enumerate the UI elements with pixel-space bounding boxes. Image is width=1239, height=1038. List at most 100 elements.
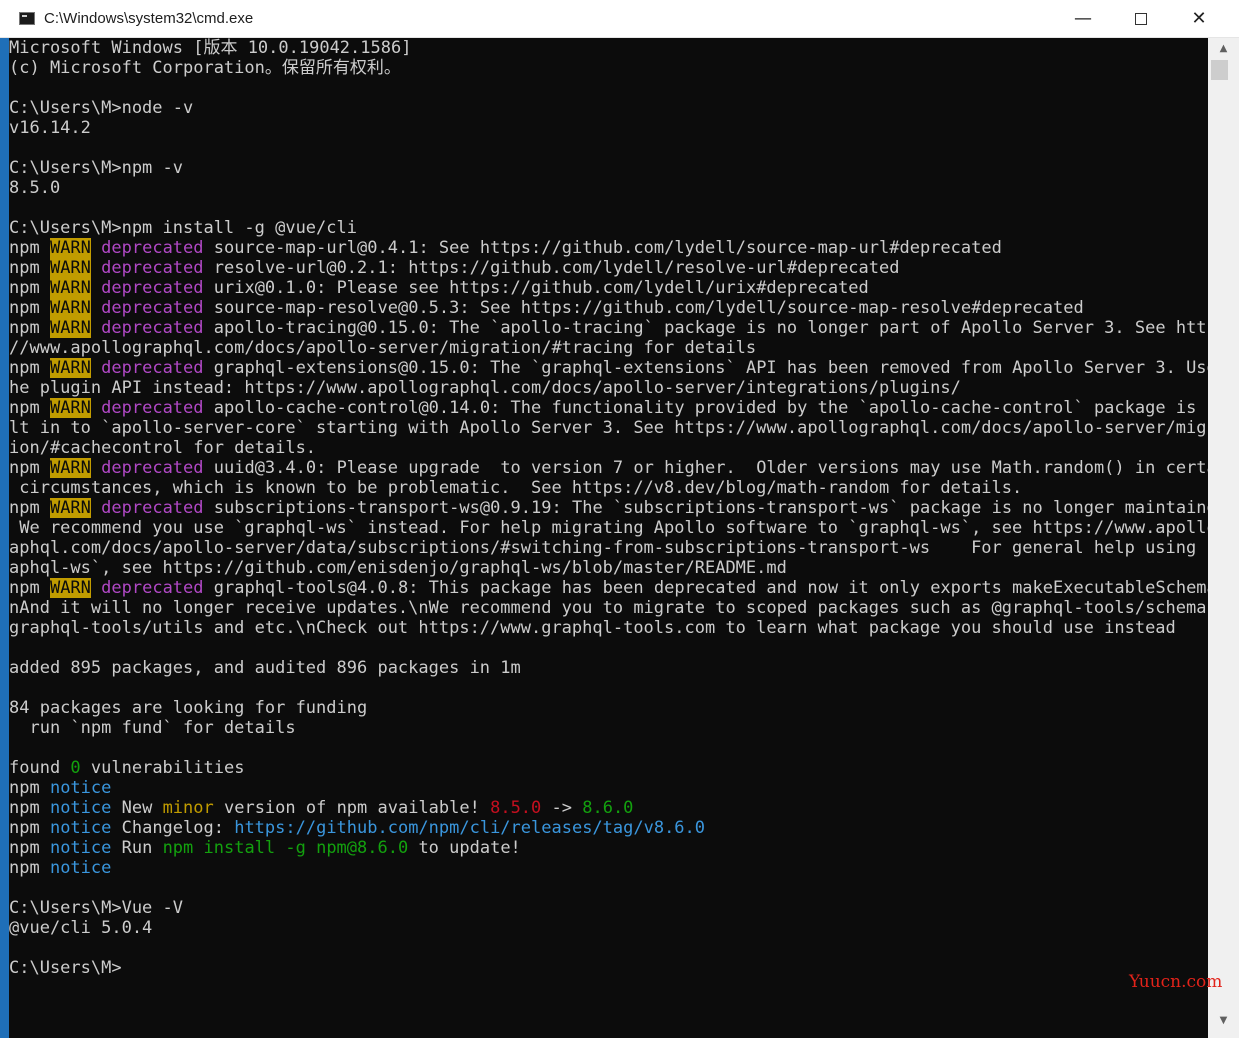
console-text: source-map-url@0.4.1: See https://github… — [203, 238, 1002, 258]
scroll-up-arrow-icon[interactable]: ▲ — [1208, 40, 1239, 58]
watermark: Yuucn.com — [1129, 972, 1223, 992]
scrollbar-thumb[interactable] — [1211, 60, 1228, 80]
console-text: notice — [49, 818, 112, 838]
console-line: C:\Users\M>npm -v — [9, 158, 1208, 178]
console-line: he plugin API instead: https://www.apoll… — [9, 378, 1208, 398]
vertical-scrollbar[interactable]: ▲ ▼ — [1208, 38, 1239, 1038]
console-text: deprecated — [101, 458, 204, 478]
console-text: circumstances, which is known to be prob… — [9, 478, 1023, 498]
console-line: npm WARN deprecated apollo-tracing@0.15.… — [9, 318, 1208, 338]
console-text: vulnerabilities — [80, 758, 245, 778]
console-text: v16.14.2 — [9, 118, 91, 138]
warn-badge: WARN — [49, 258, 91, 278]
console-line: C:\Users\M>npm install -g @vue/cli — [9, 218, 1208, 238]
console-line: found 0 vulnerabilities — [9, 758, 1208, 778]
console-text: subscriptions-transport-ws@0.9.19: The `… — [203, 498, 1208, 518]
console-text: npm — [9, 778, 50, 798]
scroll-down-arrow-icon[interactable]: ▼ — [1208, 1012, 1239, 1030]
console-line: npm WARN deprecated subscriptions-transp… — [9, 498, 1208, 518]
warn-badge: WARN — [49, 358, 91, 378]
console-text: Changelog: — [111, 818, 235, 838]
console-line: npm notice Run npm install -g npm@8.6.0 … — [9, 838, 1208, 858]
console-line: 84 packages are looking for funding — [9, 698, 1208, 718]
console-text: ion/#cachecontrol for details. — [9, 438, 317, 458]
console-text: nAnd it will no longer receive updates.\… — [9, 598, 1208, 618]
console-line: npm WARN deprecated urix@0.1.0: Please s… — [9, 278, 1208, 298]
console-line: npm WARN deprecated source-map-url@0.4.1… — [9, 238, 1208, 258]
console-text: version of npm available! — [213, 798, 491, 818]
console-text: New — [111, 798, 163, 818]
console-text: found — [9, 758, 71, 778]
console-text: minor — [162, 798, 214, 818]
console-text: npm — [9, 358, 50, 378]
console-line: circumstances, which is known to be prob… — [9, 478, 1208, 498]
console-text: npm — [9, 858, 50, 878]
console-text: run `npm fund` for details — [9, 718, 296, 738]
minimize-button[interactable]: — — [1055, 0, 1111, 37]
console-line: C:\Users\M>Vue -V — [9, 898, 1208, 918]
title-bar[interactable]: C:\Windows\system32\cmd.exe — ✕ — [0, 0, 1239, 38]
warn-badge: WARN — [49, 578, 91, 598]
console-text: 84 packages are looking for funding — [9, 698, 368, 718]
console-line: lt in to `apollo-server-core` starting w… — [9, 418, 1208, 438]
console-line: npm WARN deprecated graphql-extensions@0… — [9, 358, 1208, 378]
console-line: (c) Microsoft Corporation。保留所有权利。 — [9, 58, 1208, 78]
console-text: added 895 packages, and audited 896 pack… — [9, 658, 521, 678]
console-line: graphql-tools/utils and etc.\nCheck out … — [9, 618, 1208, 638]
console-text: source-map-resolve@0.5.3: See https://gi… — [203, 298, 1084, 318]
console-text: uuid@3.4.0: Please upgrade to version 7 … — [203, 458, 1208, 478]
console-text: @vue/cli 5.0.4 — [9, 918, 153, 938]
close-button[interactable]: ✕ — [1171, 0, 1227, 37]
console-text: apollo-tracing@0.15.0: The `apollo-traci… — [203, 318, 1208, 338]
console-text: C:\Users\M> — [9, 958, 122, 978]
console-line: Microsoft Windows [版本 10.0.19042.1586] — [9, 38, 1208, 58]
console-text: 8.6.0 — [582, 798, 634, 818]
console-line: aphql-ws`, see https://github.com/enisde… — [9, 558, 1208, 578]
console-line: npm notice Changelog: https://github.com… — [9, 818, 1208, 838]
console-line: npm WARN deprecated resolve-url@0.2.1: h… — [9, 258, 1208, 278]
maximize-button[interactable] — [1113, 0, 1169, 37]
console-text: C:\Users\M>npm -v — [9, 158, 183, 178]
console-text: npm — [9, 578, 50, 598]
console-text: //www.apollographql.com/docs/apollo-serv… — [9, 338, 757, 358]
console-output[interactable]: Microsoft Windows [版本 10.0.19042.1586] (c… — [9, 38, 1208, 1038]
console-line: npm notice New minor version of npm avai… — [9, 798, 1208, 818]
console-text: (c) Microsoft Corporation。保留所有权利。 — [9, 58, 401, 78]
console-text: deprecated — [101, 278, 204, 298]
console-text: graphql-tools/utils and etc.\nCheck out … — [9, 618, 1176, 638]
console-line: run `npm fund` for details — [9, 718, 1208, 738]
console-line: npm notice — [9, 778, 1208, 798]
console-text: deprecated — [101, 318, 204, 338]
console-text: notice — [49, 858, 112, 878]
warn-badge: WARN — [49, 238, 91, 258]
cmd-app-icon[interactable] — [19, 12, 35, 25]
console-line: C:\Users\M>node -v — [9, 98, 1208, 118]
console-text: deprecated — [101, 398, 204, 418]
warn-badge: WARN — [49, 278, 91, 298]
console-text: graphql-extensions@0.15.0: The `graphql-… — [203, 358, 1208, 378]
console-text: deprecated — [101, 578, 204, 598]
warn-badge: WARN — [49, 458, 91, 478]
console-text: he plugin API instead: https://www.apoll… — [9, 378, 961, 398]
console-line: npm notice — [9, 858, 1208, 878]
console-text: graphql-tools@4.0.8: This package has be… — [203, 578, 1208, 598]
console-text: 8.5.0 — [490, 798, 542, 818]
console-text: We recommend you use `graphql-ws` instea… — [9, 518, 1208, 538]
console-text: urix@0.1.0: Please see https://github.co… — [203, 278, 869, 298]
console-text: C:\Users\M>node -v — [9, 98, 194, 118]
console-text: to update! — [408, 838, 521, 858]
console-line: v16.14.2 — [9, 118, 1208, 138]
console-text: Microsoft Windows [版本 10.0.19042.1586] — [9, 38, 412, 58]
console-line: We recommend you use `graphql-ws` instea… — [9, 518, 1208, 538]
console-text: deprecated — [101, 358, 204, 378]
